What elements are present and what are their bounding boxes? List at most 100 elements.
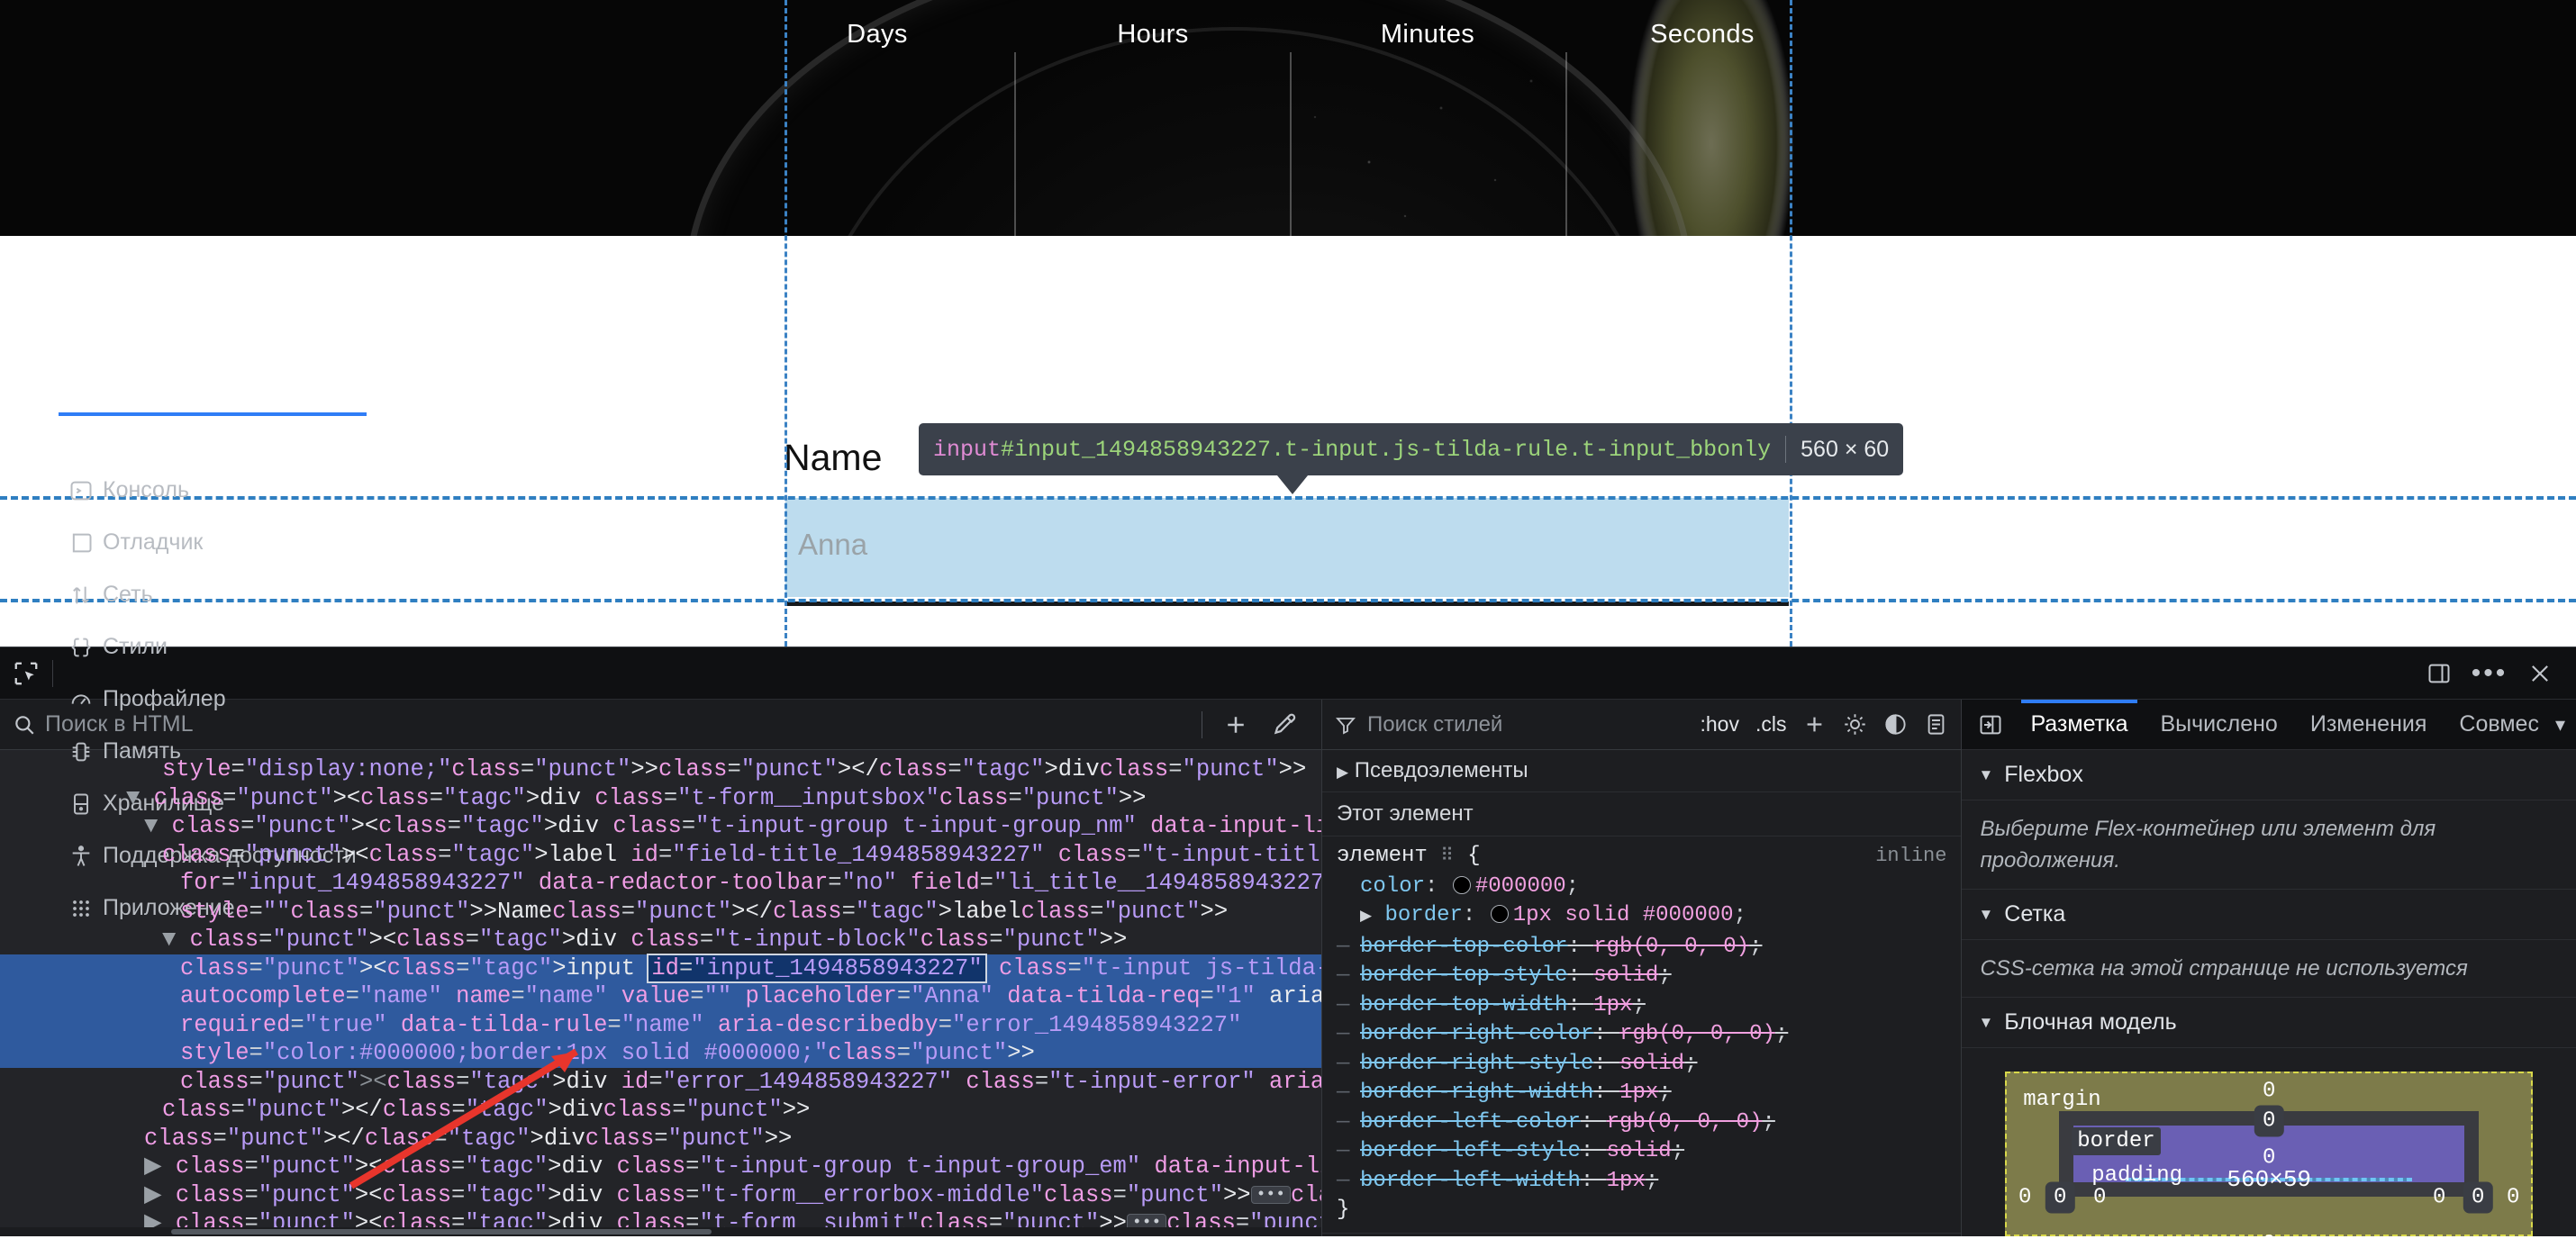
disclosure-triangle-icon[interactable]: ▼ <box>126 785 154 811</box>
eyedropper-icon[interactable] <box>1269 711 1296 738</box>
pseudo-elements-section[interactable]: ▶ Псевдоэлементы <box>1322 750 1962 792</box>
disclosure-triangle-icon[interactable]: ▼ <box>144 813 172 839</box>
cls-toggle-button[interactable]: .cls <box>1755 712 1787 737</box>
css-value: rgb(0, 0, 0) <box>1619 1022 1775 1046</box>
dom-node-selected[interactable]: class="punct"><class="tagc">input id="in… <box>0 953 1321 983</box>
padding-left-value[interactable]: 0 <box>2093 1186 2106 1210</box>
margin-top-value[interactable]: 0 <box>2263 1080 2275 1104</box>
padding-right-value[interactable]: 0 <box>2433 1186 2445 1210</box>
print-media-icon[interactable] <box>1924 712 1948 737</box>
border-left-value[interactable]: 0 <box>2045 1181 2075 1214</box>
css-declaration[interactable]: ▶ border: 1px solid #000000; <box>1337 901 1946 933</box>
tooltip-divider <box>1785 436 1787 463</box>
css-declaration[interactable]: color: #000000; <box>1337 873 1946 902</box>
css-declaration[interactable]: border-top-style: solid; <box>1337 962 1946 991</box>
close-devtools-icon[interactable] <box>2517 650 2563 697</box>
dom-node[interactable]: class="punct"></class="tagc">divclass="p… <box>0 1125 1321 1153</box>
flexbox-section-header[interactable]: ▼ Flexbox <box>1962 750 2576 800</box>
html-toolbar-actions <box>1202 710 1309 738</box>
layout-pane: Разметка Вычислено Изменения Совмес ▾ ▼ Fle… <box>1962 699 2576 1257</box>
dom-node[interactable]: style="display:none;"class="punct">>clas… <box>0 755 1321 784</box>
devtools-tab-5[interactable]: Стили <box>53 621 372 674</box>
padding-bottom-value[interactable]: 0 <box>2263 1233 2275 1257</box>
rule-grid-dots: ⠿ <box>1440 846 1455 867</box>
layout-tab-4[interactable]: Совмес <box>2443 700 2555 750</box>
dom-node-selected[interactable]: autocomplete="name" name="name" value=""… <box>0 982 1321 1011</box>
dom-node[interactable]: ▼ class="punct"><class="tagc">div class=… <box>0 926 1321 954</box>
dock-panel-icon[interactable] <box>2416 650 2463 697</box>
devtools-toolbar-right: ••• <box>2416 650 2576 697</box>
margin-right-value[interactable]: 0 <box>2507 1186 2519 1210</box>
web-page-viewport: Days Hours Minutes Seconds Name Anna inp… <box>0 0 2576 647</box>
css-property: color <box>1360 873 1426 899</box>
css-declaration[interactable]: border-left-style: solid; <box>1337 1137 1946 1167</box>
css-value: #000000 <box>1474 873 1566 899</box>
hov-toggle-button[interactable]: :hov <box>1700 712 1738 737</box>
devtools-tab-6[interactable]: Профайлер <box>53 674 372 726</box>
disclosure-triangle-icon[interactable]: ▶ <box>144 1182 176 1208</box>
styles-rules-list[interactable]: ▶ Псевдоэлементы Этот элемент элемент ⠿ … <box>1322 750 1962 1237</box>
layout-tab-2[interactable]: Вычислено <box>2145 700 2294 750</box>
disclosure-triangle-icon[interactable]: ▼ <box>162 927 190 953</box>
dom-node[interactable]: for="input_1494858943227" data-redactor-… <box>0 869 1321 898</box>
css-property: border-left-style <box>1360 1139 1581 1163</box>
border-top-value[interactable]: 0 <box>2254 1105 2284 1137</box>
css-declaration[interactable]: border-right-color: rgb(0, 0, 0); <box>1337 1020 1946 1050</box>
dom-node[interactable]: ▶ class="punct"><class="tagc">div class=… <box>0 1153 1321 1181</box>
devtools-tab-4[interactable]: Сеть <box>53 569 372 621</box>
expand-shorthand-icon[interactable]: ▶ <box>1360 909 1372 926</box>
dark-scheme-icon[interactable] <box>1883 712 1908 737</box>
dom-node[interactable]: ▶ class="punct"><class="tagc">div class=… <box>0 1181 1321 1210</box>
css-property: border <box>1384 903 1463 927</box>
border-right-value[interactable]: 0 <box>2463 1181 2493 1214</box>
disclosure-triangle-icon[interactable]: ▶ <box>144 1153 176 1180</box>
dom-node[interactable]: class="punct"><class="tagc">div id="erro… <box>0 1068 1321 1097</box>
dom-node[interactable]: ▼ class="punct"><class="tagc">div class=… <box>0 812 1321 841</box>
box-model-diagram[interactable]: 560×59 margin border padding 0 0 0 0 0 0… <box>2005 1072 2534 1257</box>
css-declaration[interactable]: border-top-color: rgb(0, 0, 0); <box>1337 933 1946 963</box>
dom-node[interactable]: style=""class="punct">>Nameclass="punct"… <box>0 898 1321 927</box>
css-declaration[interactable]: border-top-width: 1px; <box>1337 991 1946 1021</box>
chevron-down-icon[interactable]: ▾ <box>2555 713 2576 737</box>
styles-search-bar[interactable]: Поиск стилей :hov .cls <box>1322 700 1962 750</box>
css-declaration[interactable]: border-left-width: 1px; <box>1337 1167 1946 1197</box>
dom-node[interactable]: ▼ class="punct"><class="tagc">div class=… <box>0 784 1321 813</box>
name-input-highlight-overlay[interactable] <box>785 498 1789 597</box>
element-picker-icon[interactable] <box>0 647 52 700</box>
editable-id-attribute[interactable]: id="input_1494858943227" <box>647 953 987 983</box>
color-swatch[interactable] <box>1490 905 1509 923</box>
add-node-icon[interactable] <box>1222 711 1249 738</box>
expand-panel-icon[interactable] <box>1967 701 2014 748</box>
devtools-tab-2[interactable]: Консоль <box>53 465 372 517</box>
padding-top-value[interactable]: 0 <box>2263 1146 2275 1171</box>
inline-style-rule[interactable]: элемент ⠿ { inline color: #000000; ▶ bord… <box>1322 836 1961 1225</box>
layout-tab-1[interactable]: Разметка <box>2014 699 2144 750</box>
devtools-tab-1[interactable]: Инспектор <box>53 411 372 465</box>
add-rule-icon[interactable] <box>1802 712 1827 737</box>
grid-note: CSS-сетка на этой странице не использует… <box>1962 940 2576 998</box>
layout-tab-3[interactable]: Изменения <box>2294 700 2444 750</box>
countdown-separator <box>1290 52 1292 236</box>
css-declaration[interactable]: border-left-color: rgb(0, 0, 0); <box>1337 1108 1946 1138</box>
css-declaration[interactable]: border-right-width: 1px; <box>1337 1079 1946 1108</box>
box-model-section-header[interactable]: ▼ Блочная модель <box>1962 998 2576 1048</box>
css-property: border-top-width <box>1360 992 1568 1017</box>
more-options-icon[interactable]: ••• <box>2466 650 2513 697</box>
expand-ellipsis-icon[interactable]: ••• <box>1250 1185 1292 1204</box>
light-scheme-icon[interactable] <box>1843 712 1867 737</box>
css-value: 1px <box>1619 1081 1659 1105</box>
hero-background-image: Days Hours Minutes Seconds <box>0 0 2576 236</box>
dom-node-selected[interactable]: required="true" data-tilda-rule="name" a… <box>0 1010 1321 1039</box>
devtools-tab-3[interactable]: Отладчик <box>53 517 372 569</box>
rule-close-brace: } <box>1337 1198 1350 1222</box>
color-swatch[interactable] <box>1452 875 1471 894</box>
css-value: 1px <box>1606 1168 1646 1193</box>
dom-node-selected[interactable]: style="color:#000000;border:1px solid #0… <box>0 1039 1321 1068</box>
margin-left-value[interactable]: 0 <box>2018 1186 2031 1210</box>
next-style-rule[interactable]: .t-input_bbonly ⠿ { tilda-forms-1.0.min.… <box>1322 1234 1961 1237</box>
dom-node[interactable]: class="punct"></class="tagc">divclass="p… <box>0 1096 1321 1125</box>
grid-section-header[interactable]: ▼ Сетка <box>1962 890 2576 940</box>
dom-node[interactable]: class="punct"><class="tagc">label id="fi… <box>0 841 1321 870</box>
css-declaration[interactable]: border-right-style: solid; <box>1337 1050 1946 1080</box>
dom-tree[interactable]: style="display:none;"class="punct">>clas… <box>0 750 1321 1236</box>
